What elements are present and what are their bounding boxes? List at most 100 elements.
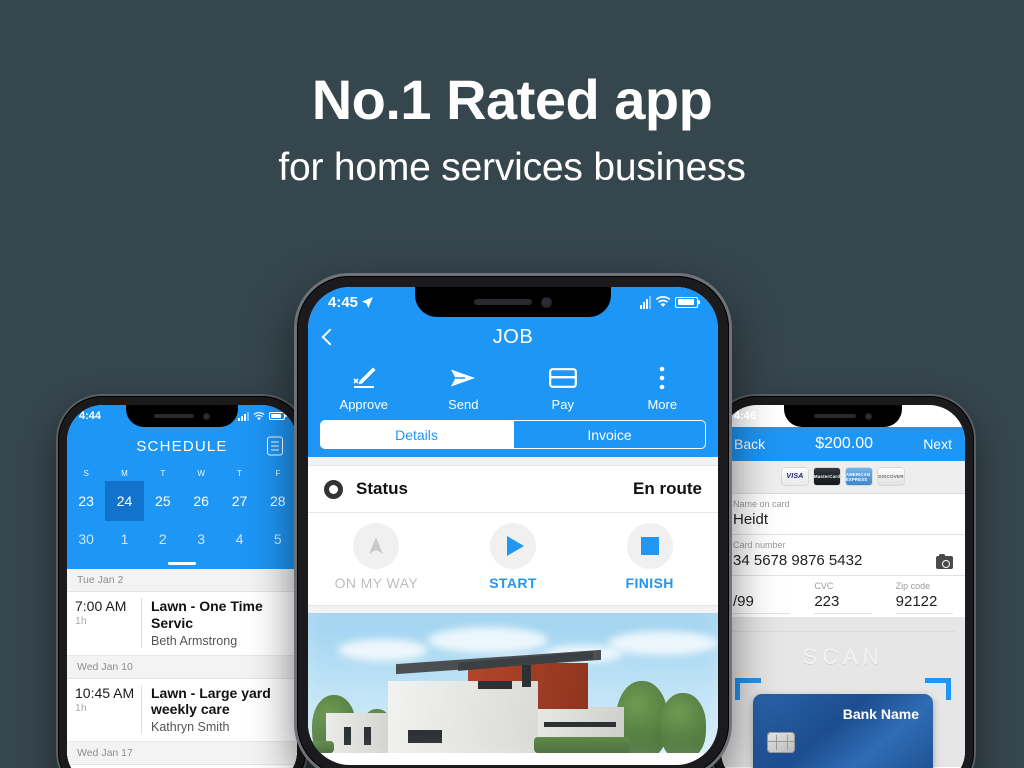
card-scan-area[interactable]: SCAN Bank Name — [721, 617, 965, 768]
more-button[interactable]: More — [613, 363, 713, 412]
schedule-time-block: 7:00 AM 1h — [67, 598, 141, 648]
pay-button[interactable]: Pay — [513, 363, 613, 412]
clock-time: 4:45 — [328, 293, 359, 311]
approve-label: Approve — [339, 397, 388, 412]
cvc-value: 223 — [814, 591, 872, 614]
name-on-card-field[interactable]: Name on card Heidt — [721, 494, 965, 535]
name-on-card-label: Name on card — [733, 499, 790, 509]
right-phone-payment: 4:46 Back $200.00 Next VISA MasterCard A… — [712, 396, 974, 768]
schedule-details: Lawn - One Time Servic Beth Armstrong — [141, 598, 297, 648]
phone-screen: 4:46 Back $200.00 Next VISA MasterCard A… — [721, 405, 965, 768]
calendar-dow: T — [237, 469, 242, 478]
status-bar-left: 4:45 — [328, 294, 374, 311]
page-subtitle: for home services business — [278, 146, 746, 189]
card-chip-icon — [767, 732, 795, 753]
schedule-customer: Kathryn Smith — [151, 720, 230, 735]
finish-button[interactable]: FINISH — [581, 523, 718, 591]
start-label: START — [489, 575, 537, 591]
status-bar: 4:44 — [67, 405, 297, 427]
zip-field[interactable]: Zip code 92122 — [884, 576, 965, 617]
card-number-field[interactable]: Card number 34 5678 9876 5432 — [721, 535, 965, 576]
calendar-day-cell[interactable]: 5 — [259, 521, 297, 557]
expiry-label — [733, 581, 790, 591]
payment-amount: $200.00 — [815, 435, 874, 452]
phone-screen: 4:45 JOB Approve Send Pay More Details I… — [308, 287, 718, 765]
calendar-day-cell[interactable]: 27 — [220, 481, 258, 521]
start-button[interactable]: START — [445, 523, 582, 591]
send-button[interactable]: Send — [414, 363, 514, 412]
list-item[interactable]: 10:45 AM 1h Lawn - Large yard weekly car… — [67, 679, 297, 743]
zip-value: 92122 — [895, 591, 953, 614]
location-arrow-icon — [362, 296, 374, 308]
card-number-value: 34 5678 9876 5432 — [733, 552, 863, 569]
calendar-day-cell[interactable]: 25 — [144, 481, 182, 521]
wifi-icon — [655, 296, 671, 307]
schedule-day-header: Wed Jan 17 — [67, 742, 297, 766]
camera-icon[interactable] — [936, 553, 953, 569]
wifi-icon — [253, 411, 265, 420]
schedule-job-name: Lawn - One Time Servic — [151, 598, 263, 631]
tab-invoice[interactable]: Invoice — [513, 420, 706, 449]
expiry-value: /99 — [733, 591, 791, 614]
payment-nav-bar: Back $200.00 Next — [721, 427, 965, 461]
scan-label: SCAN — [802, 644, 884, 669]
calendar-day-cell[interactable]: 4 — [220, 521, 258, 557]
approve-button[interactable]: Approve — [314, 363, 414, 412]
send-label: Send — [448, 397, 479, 412]
schedule-list: Tue Jan 2 7:00 AM 1h Lawn - One Time Ser… — [67, 569, 297, 768]
send-paper-plane-icon — [414, 363, 514, 393]
calendar-day-cell[interactable]: 26 — [182, 481, 220, 521]
center-phone-job: 4:45 JOB Approve Send Pay More Details I… — [297, 276, 729, 768]
schedule-day-header: Wed Jan 10 — [67, 655, 297, 679]
job-title: JOB — [492, 325, 534, 348]
calendar-day-cell[interactable]: 30 — [67, 521, 105, 557]
back-button[interactable]: Back — [734, 436, 765, 452]
cellular-signal-icon — [640, 295, 651, 309]
status-bar-right — [905, 411, 952, 421]
wifi-icon — [920, 411, 932, 420]
calendar-day-cell[interactable]: 23 — [67, 481, 105, 521]
card-number-label: Card number — [733, 540, 786, 550]
tab-details[interactable]: Details — [320, 420, 513, 449]
status-bar-left: 4:44 — [79, 410, 101, 422]
expiry-field[interactable]: /99 — [721, 576, 802, 617]
cellular-signal-icon — [238, 411, 249, 421]
mastercard-icon: MasterCard — [814, 468, 840, 485]
calendar-day-cell[interactable]: 2 — [144, 521, 182, 557]
calendar-day-cell[interactable]: 3 — [182, 521, 220, 557]
calendar-day-cell[interactable]: 28 — [259, 481, 297, 521]
status-row[interactable]: Status En route — [308, 465, 718, 513]
job-site-photo[interactable] — [308, 613, 718, 753]
calendar-drag-handle[interactable] — [67, 557, 297, 569]
calendar-day-cell[interactable]: 1 — [105, 521, 143, 557]
calendar-day-cell-selected[interactable]: 24 — [105, 481, 144, 521]
left-phone-schedule: 4:44 SCHEDULE S M T W T F 23 24 25 26 27… — [58, 396, 306, 768]
on-my-way-label: ON MY WAY — [334, 575, 419, 591]
list-item[interactable]: 7:00 AM 1h Lawn - One Time Servic Beth A… — [67, 592, 297, 656]
schedule-day-header: Tue Jan 2 — [67, 569, 297, 592]
chevron-left-icon[interactable] — [321, 328, 339, 346]
calendar-dow: T — [160, 469, 166, 478]
next-button[interactable]: Next — [923, 436, 952, 452]
name-on-card-value: Heidt — [733, 511, 769, 528]
visa-icon: VISA — [782, 468, 808, 485]
credit-card-icon — [513, 363, 613, 393]
schedule-details: Lawn - Large yard weekly care Kathryn Sm… — [141, 684, 297, 735]
status-circle-icon — [324, 479, 343, 499]
schedule-duration: 1h — [75, 615, 87, 627]
job-content: Status En route ON MY WAY START FINISH — [308, 457, 718, 753]
list-icon[interactable] — [267, 436, 283, 456]
status-bar: 4:45 — [308, 287, 718, 317]
on-my-way-button[interactable]: ON MY WAY — [308, 523, 445, 591]
cvc-label: CVC — [814, 581, 834, 591]
status-badge: En route — [633, 479, 702, 498]
signature-pencil-icon — [314, 363, 414, 393]
status-bar-right — [238, 411, 285, 421]
phone-screen: 4:44 SCHEDULE S M T W T F 23 24 25 26 27… — [67, 405, 297, 768]
status-label: Status — [356, 479, 408, 498]
calendar-dow: S — [83, 469, 89, 478]
cvc-field[interactable]: CVC 223 — [802, 576, 883, 617]
job-tabs: Details Invoice — [308, 420, 718, 457]
schedule-job-name: Lawn - Large yard weekly care — [151, 684, 271, 718]
scan-inner: SCAN Bank Name — [731, 631, 955, 768]
